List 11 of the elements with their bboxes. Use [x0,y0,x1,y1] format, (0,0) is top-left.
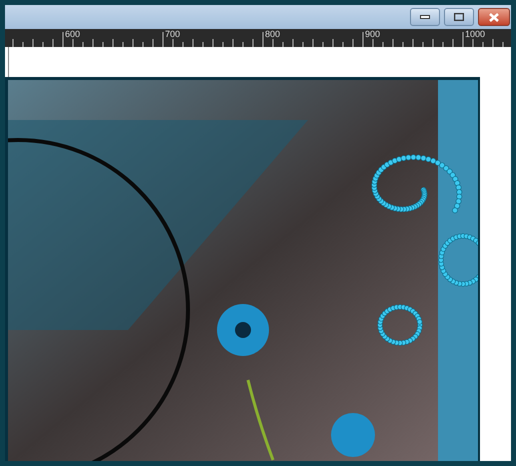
minimize-icon [420,15,430,19]
ruler-label: 600 [65,30,80,39]
ruler-label: 900 [365,30,380,39]
ruler-label: 800 [265,30,280,39]
maximize-button[interactable] [444,8,474,26]
close-icon [489,12,499,22]
ruler-label: 700 [165,30,180,39]
maximize-icon [454,13,464,21]
minimize-button[interactable] [410,8,440,26]
ruler-label: 1000 [465,30,486,39]
close-button[interactable] [478,8,510,26]
